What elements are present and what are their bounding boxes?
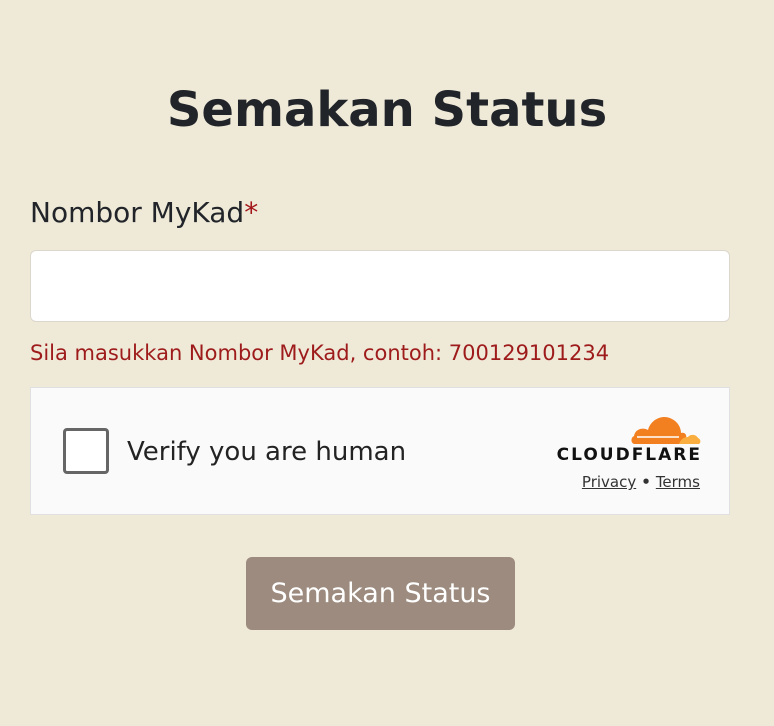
cloudflare-wordmark: CLOUDFLARE <box>556 445 702 465</box>
required-marker: * <box>244 196 259 229</box>
verify-human-checkbox[interactable] <box>63 428 109 474</box>
mykad-error-message: Sila masukkan Nombor MyKad, contoh: 7001… <box>30 341 610 365</box>
semakan-status-button[interactable]: Semakan Status <box>246 557 515 630</box>
terms-link[interactable]: Terms <box>656 473 700 491</box>
mykad-label-text: Nombor MyKad <box>30 196 245 229</box>
cloudflare-logo: CLOUDFLARE Privacy • Terms <box>554 410 704 492</box>
mykad-input[interactable] <box>30 250 730 322</box>
mykad-label: Nombor MyKad* <box>30 194 258 232</box>
page-title: Semakan Status <box>166 82 608 138</box>
privacy-link[interactable]: Privacy <box>582 473 636 491</box>
cloudflare-cloud-icon <box>631 417 701 444</box>
cloudflare-turnstile-widget: Verify you are human CLOUDFLARE Privacy •… <box>30 387 730 515</box>
verify-human-label: Verify you are human <box>127 437 407 467</box>
cloudflare-links: Privacy • Terms <box>554 472 700 492</box>
link-separator: • <box>641 473 651 491</box>
